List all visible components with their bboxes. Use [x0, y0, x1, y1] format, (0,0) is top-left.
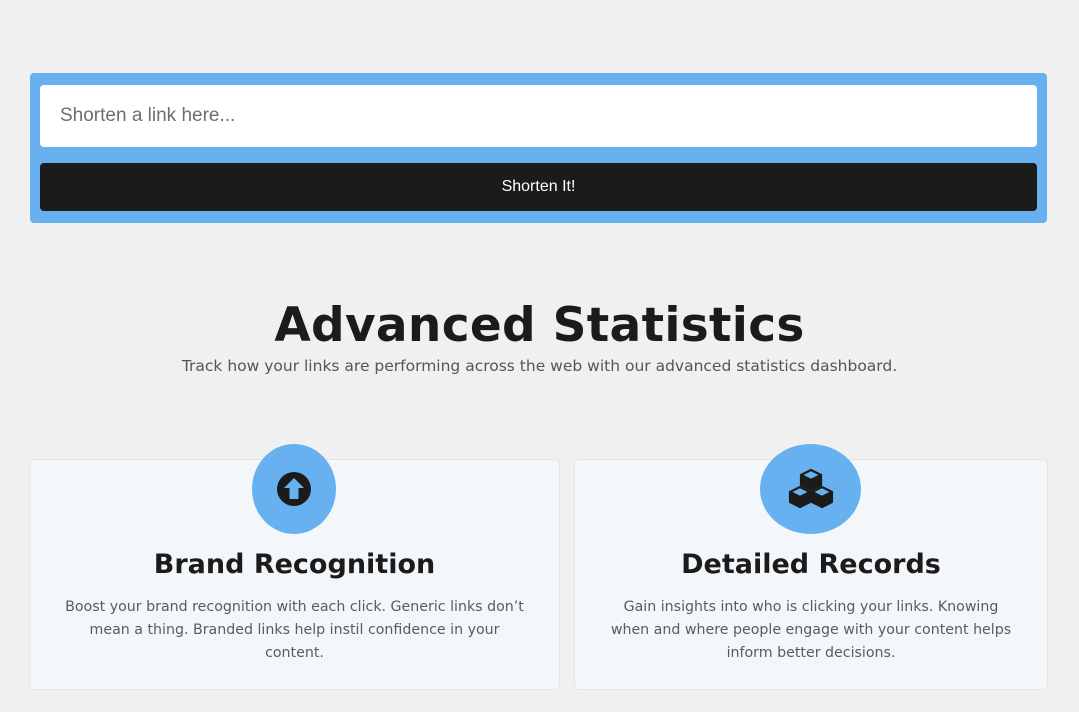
card-text: Gain insights into who is clicking your …	[610, 599, 1012, 661]
icon-badge-brand	[252, 444, 336, 534]
card-text: Boost your brand recognition with each c…	[65, 599, 524, 661]
shorten-button[interactable]: Shorten It!	[40, 163, 1037, 211]
card-title: Detailed Records	[681, 549, 941, 580]
link-input[interactable]	[40, 85, 1037, 147]
section-title: Advanced Statistics	[274, 298, 805, 353]
cubes-icon	[788, 468, 833, 509]
icon-badge-records	[760, 444, 861, 534]
arrow-up-circle-icon	[277, 472, 311, 506]
card-title: Brand Recognition	[153, 549, 436, 580]
section-subtitle: Track how your links are performing acro…	[181, 357, 898, 375]
shorten-form: Shorten It!	[30, 73, 1047, 223]
